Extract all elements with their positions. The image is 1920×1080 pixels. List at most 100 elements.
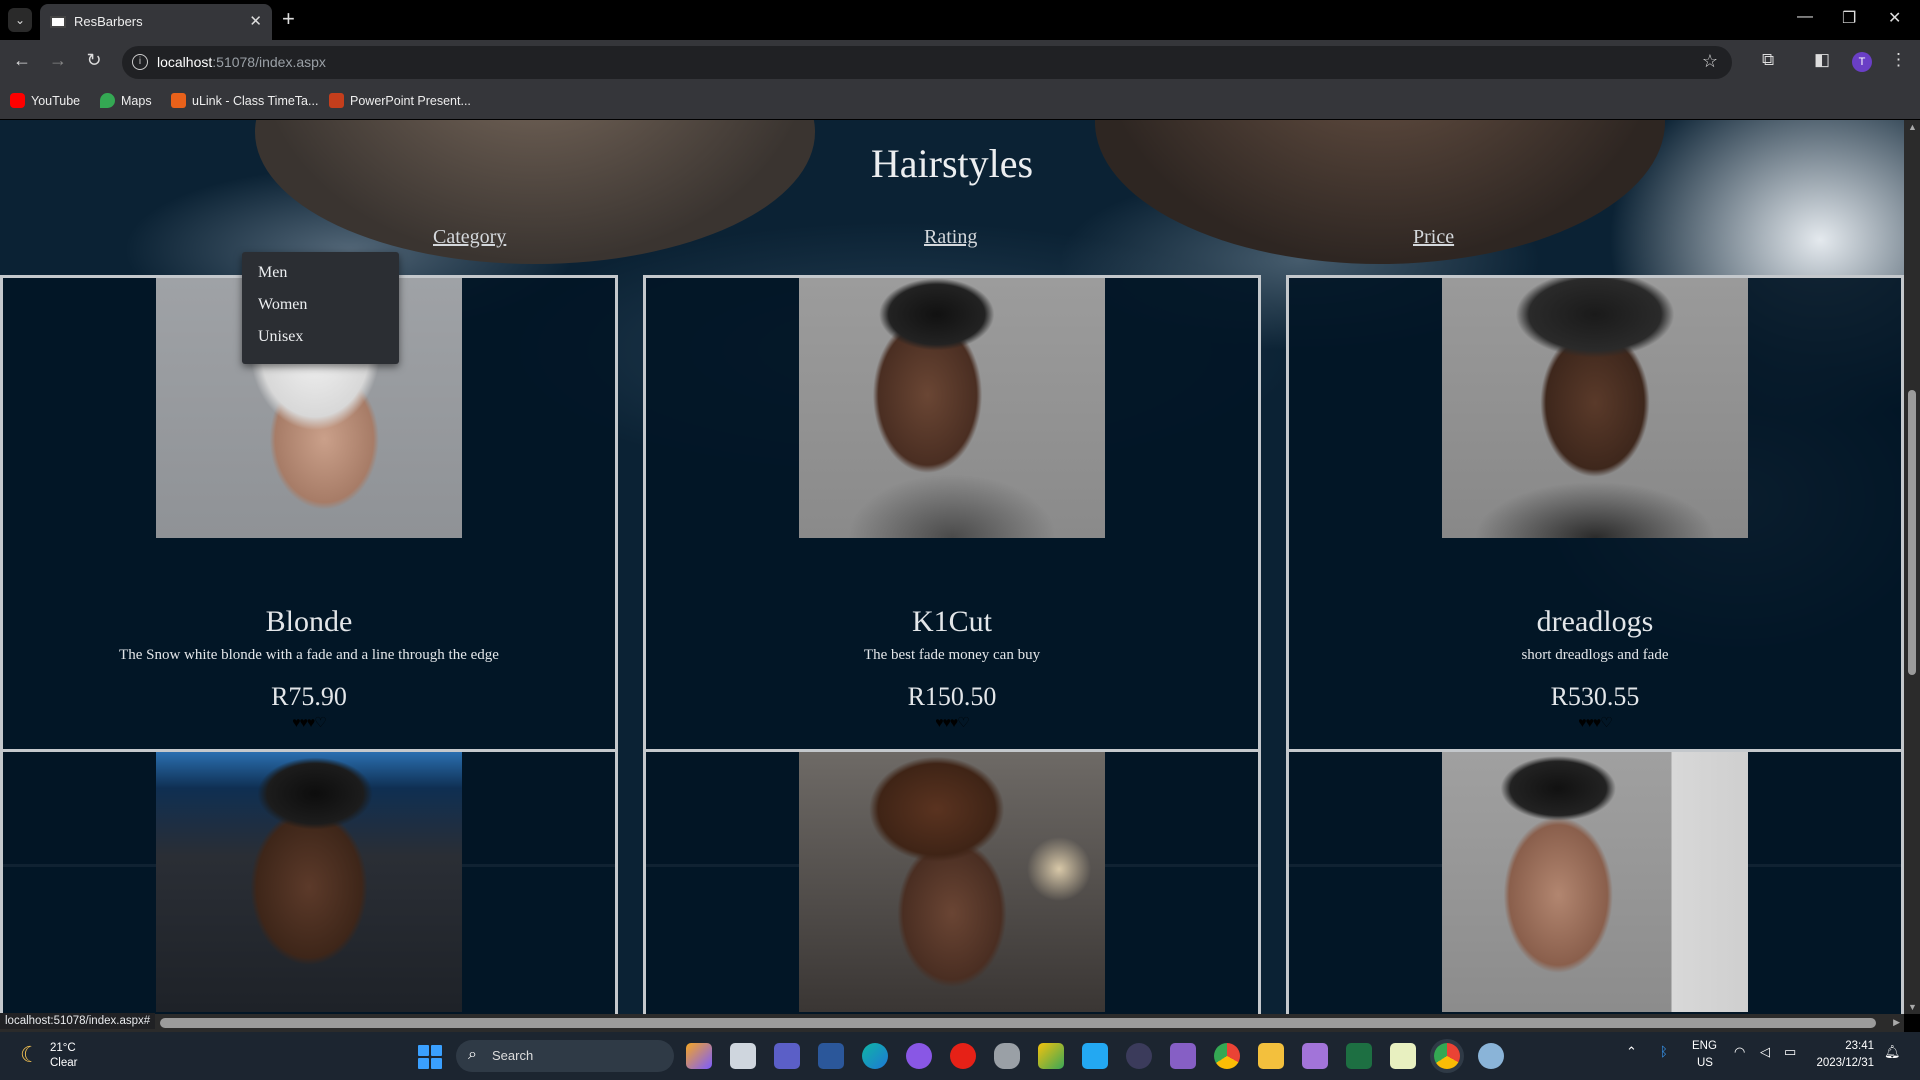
tab-search-chevron-icon[interactable]: ⌄ xyxy=(8,8,32,32)
address-bar[interactable]: i localhost:51078/index.aspx ☆ xyxy=(122,46,1732,79)
hairstyle-description: The best fade money can buy xyxy=(863,647,1041,663)
side-panel-icon[interactable]: ◧ xyxy=(1814,50,1830,70)
url-host: localhost xyxy=(157,54,213,70)
bookmark-label: Maps xyxy=(121,93,152,108)
vscode-app-icon[interactable] xyxy=(1082,1043,1108,1069)
visual-studio-icon[interactable] xyxy=(1170,1043,1196,1069)
bookmark-ulink[interactable]: uLink - Class TimeTa... xyxy=(171,93,318,108)
bookmark-youtube[interactable]: YouTube xyxy=(10,93,80,108)
extensions-icon[interactable]: ⧉ xyxy=(1762,50,1774,70)
heart-filled-icon: ♥ xyxy=(942,714,951,730)
horizontal-scrollbar[interactable]: ▶ xyxy=(0,1014,1904,1032)
windows-start-icon[interactable] xyxy=(418,1045,442,1069)
clock-date[interactable]: 2023/12/31 xyxy=(1816,1057,1874,1069)
clock-time[interactable]: 23:41 xyxy=(1845,1040,1874,1052)
settings-app-icon[interactable] xyxy=(1478,1043,1504,1069)
rating-hearts: ♥♥♥♡ xyxy=(1289,714,1901,731)
edge-app-icon[interactable] xyxy=(862,1043,888,1069)
notification-bell-icon[interactable]: 🔔︎ xyxy=(1884,1044,1901,1060)
new-tab-icon[interactable]: + xyxy=(282,7,295,31)
vertical-scroll-thumb[interactable] xyxy=(1908,390,1916,675)
excel-app-icon[interactable] xyxy=(1346,1043,1372,1069)
notepad-app-icon[interactable] xyxy=(1390,1043,1416,1069)
close-window-icon[interactable]: ✕ xyxy=(1888,8,1901,28)
menu-kebab-icon[interactable]: ⋮ xyxy=(1890,50,1907,70)
input-region[interactable]: US xyxy=(1697,1057,1713,1069)
hairstyle-description: The Snow white blonde with a fade and a … xyxy=(119,647,499,663)
bookmark-label: uLink - Class TimeTa... xyxy=(192,93,319,108)
file-explorer-icon[interactable] xyxy=(1258,1043,1284,1069)
rating-hearts: ♥♥♥♡ xyxy=(646,714,1258,731)
hairstyle-photo xyxy=(799,752,1105,1012)
copilot-app-icon[interactable] xyxy=(686,1043,712,1069)
scroll-up-icon[interactable]: ▲ xyxy=(1908,122,1917,132)
bookmark-powerpoint[interactable]: PowerPoint Present... xyxy=(329,93,471,108)
scroll-right-icon[interactable]: ▶ xyxy=(1893,1017,1900,1028)
forward-icon[interactable]: → xyxy=(46,50,70,71)
bookmark-star-icon[interactable]: ☆ xyxy=(1702,51,1718,72)
price-filter-link[interactable]: Price xyxy=(1413,226,1454,249)
hairstyle-price: R75.90 xyxy=(271,682,347,711)
hairstyle-card[interactable] xyxy=(0,749,618,1014)
bookmark-label: PowerPoint Present... xyxy=(350,93,471,108)
taskbar-search[interactable]: ⌕ Search xyxy=(456,1040,674,1072)
hairstyle-name: K1Cut xyxy=(911,605,992,638)
vertical-scrollbar[interactable]: ▲ ▼ xyxy=(1904,120,1920,1014)
close-tab-icon[interactable]: ✕ xyxy=(249,12,262,30)
heart-half-icon: ♡ xyxy=(1600,714,1613,730)
chrome-active-app-icon[interactable] xyxy=(1434,1043,1460,1069)
rating-filter-link[interactable]: Rating xyxy=(924,226,977,249)
restore-icon[interactable]: ❐ xyxy=(1842,8,1856,28)
bookmark-maps[interactable]: Maps xyxy=(100,93,152,108)
hairstyle-card[interactable] xyxy=(1286,749,1904,1014)
profile-avatar[interactable]: T xyxy=(1852,52,1872,72)
search-icon: ⌕ xyxy=(468,1046,477,1063)
weather-condition[interactable]: Clear xyxy=(50,1057,77,1069)
database-app-icon[interactable] xyxy=(994,1043,1020,1069)
weather-temperature[interactable]: 21°C xyxy=(50,1042,76,1054)
minimize-icon[interactable]: — xyxy=(1797,8,1813,26)
volume-icon[interactable]: ◁ xyxy=(1760,1044,1770,1060)
scroll-down-icon[interactable]: ▼ xyxy=(1908,1002,1917,1012)
category-option-men[interactable]: Men xyxy=(258,264,287,282)
youtube-app-icon[interactable] xyxy=(950,1043,976,1069)
chrome-app-icon[interactable] xyxy=(1214,1043,1240,1069)
hairstyle-price: R530.55 xyxy=(1550,682,1640,711)
category-option-women[interactable]: Women xyxy=(258,296,307,314)
task-view-icon[interactable] xyxy=(730,1043,756,1069)
visual-studio-preview-icon[interactable] xyxy=(1302,1043,1328,1069)
rating-hearts: ♥♥♥♡ xyxy=(3,714,615,731)
horizontal-scroll-thumb[interactable] xyxy=(160,1018,1876,1028)
hairstyle-photo xyxy=(1442,278,1748,538)
tool-app-icon[interactable] xyxy=(1038,1043,1064,1069)
category-dropdown-menu: Men Women Unisex xyxy=(242,252,399,364)
wifi-icon[interactable]: ◠ xyxy=(1734,1044,1745,1060)
url-path: :51078/index.aspx xyxy=(212,54,326,70)
toolbar: ← → ↻ i localhost:51078/index.aspx ☆ ⧉ ◧… xyxy=(0,40,1920,85)
category-option-unisex[interactable]: Unisex xyxy=(258,328,303,346)
github-desktop-icon[interactable] xyxy=(906,1043,932,1069)
heart-half-icon: ♡ xyxy=(314,714,327,730)
eclipse-app-icon[interactable] xyxy=(1126,1043,1152,1069)
page-viewport: Hairstyles Category Rating Price Men Wom… xyxy=(0,120,1904,1014)
site-info-icon[interactable]: i xyxy=(132,54,148,70)
powerpoint-icon xyxy=(329,93,344,108)
back-icon[interactable]: ← xyxy=(10,50,34,71)
word-app-icon[interactable] xyxy=(818,1043,844,1069)
heart-filled-icon: ♥ xyxy=(1578,714,1586,730)
battery-icon[interactable]: ▭ xyxy=(1784,1044,1796,1060)
input-language[interactable]: ENG xyxy=(1692,1040,1717,1052)
hairstyle-price: R150.50 xyxy=(907,682,997,711)
url-text[interactable]: localhost:51078/index.aspx xyxy=(157,54,326,70)
tab-title: ResBarbers xyxy=(74,14,143,29)
tray-overflow-icon[interactable]: ⌃ xyxy=(1626,1044,1637,1060)
bluetooth-icon[interactable]: ᛒ xyxy=(1660,1044,1668,1059)
teams-app-icon[interactable] xyxy=(774,1043,800,1069)
moon-weather-icon[interactable]: ☾ xyxy=(20,1042,40,1068)
bookmarks-bar: YouTube Maps uLink - Class TimeTa... Pow… xyxy=(0,85,1920,119)
category-filter-link[interactable]: Category xyxy=(433,226,506,249)
hairstyle-name: Blonde xyxy=(265,605,353,638)
hairstyle-card[interactable] xyxy=(643,749,1261,1014)
reload-icon[interactable]: ↻ xyxy=(82,50,106,71)
tab-resbarbers[interactable]: ResBarbers ✕ xyxy=(40,4,272,40)
